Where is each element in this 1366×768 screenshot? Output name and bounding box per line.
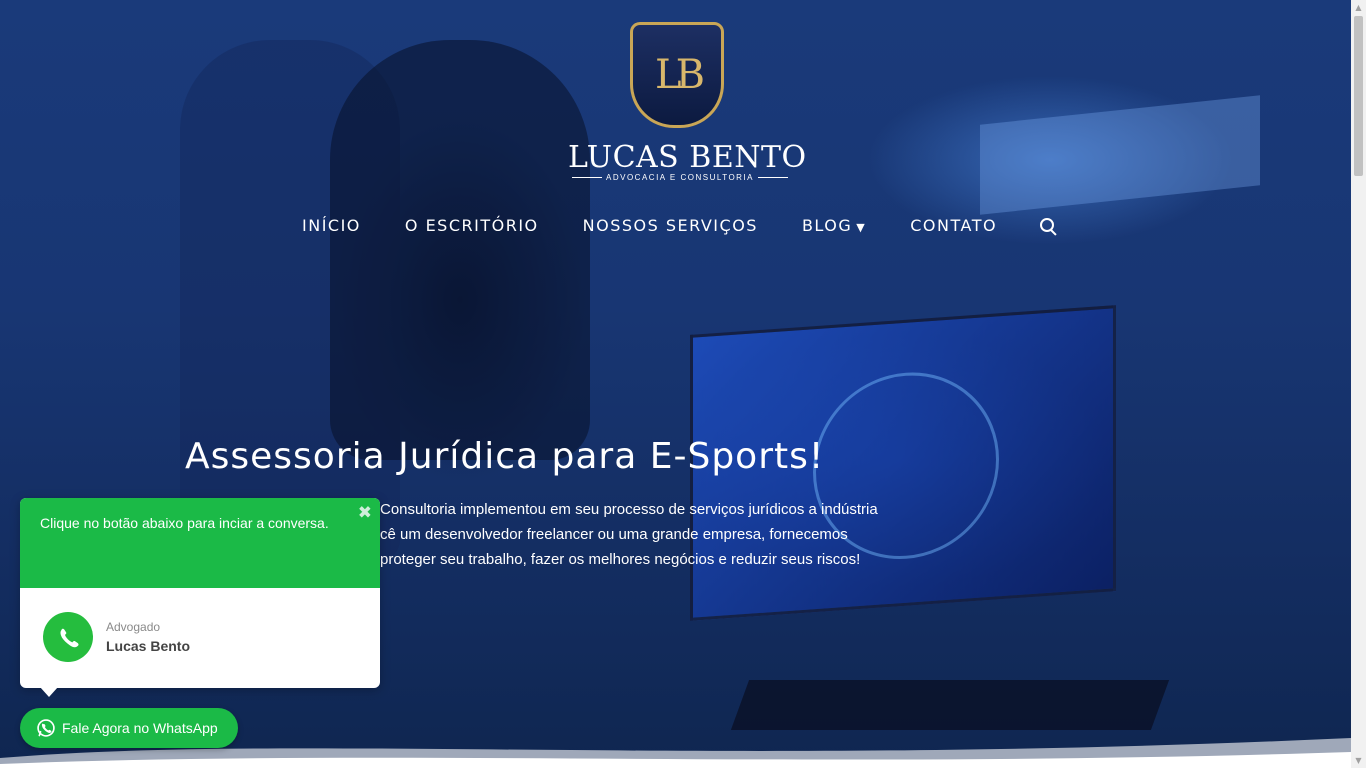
whatsapp-avatar-icon (43, 612, 93, 662)
nav-item-servicos[interactable]: NOSSOS SERVIÇOS (583, 216, 758, 235)
site-logo[interactable]: LB LUCAS BENTO ADVOCACIA E CONSULTORIA (568, 22, 807, 182)
background-screen (980, 95, 1260, 215)
nav-item-blog[interactable]: BLOG ▼ (802, 216, 866, 235)
whatsapp-popup: Clique no botão abaixo para inciar a con… (20, 498, 380, 697)
close-icon[interactable]: ✖ (358, 503, 372, 523)
page-scrollbar[interactable]: ▲ ▼ (1351, 0, 1366, 768)
logo-shield-icon: LB (630, 22, 724, 128)
chevron-down-icon: ▼ (856, 221, 867, 234)
whatsapp-chat-button[interactable]: Fale Agora no WhatsApp (20, 708, 238, 748)
whatsapp-icon (36, 718, 56, 738)
nav-item-inicio[interactable]: INÍCIO (302, 216, 361, 235)
logo-subtitle: ADVOCACIA E CONSULTORIA (568, 173, 786, 182)
nav-item-contato[interactable]: CONTATO (910, 216, 997, 235)
scroll-down-arrow-icon[interactable]: ▼ (1351, 753, 1366, 768)
nav-item-blog-label: BLOG (801, 216, 853, 235)
logo-monogram: LB (655, 52, 705, 98)
scroll-thumb[interactable] (1354, 16, 1363, 176)
logo-name: LUCAS BENTO (568, 140, 807, 175)
scroll-up-arrow-icon[interactable]: ▲ (1351, 0, 1366, 15)
popup-pointer (40, 687, 58, 697)
whatsapp-popup-header: Clique no botão abaixo para inciar a con… (20, 498, 380, 588)
whatsapp-contact-name: Lucas Bento (106, 638, 191, 654)
whatsapp-popup-message: Clique no botão abaixo para inciar a con… (40, 515, 329, 531)
background-player (330, 40, 590, 460)
nav-item-escritorio[interactable]: O ESCRITÓRIO (405, 216, 539, 235)
whatsapp-contact-role: Advogado (106, 620, 161, 634)
background-keyboard (730, 680, 1170, 730)
whatsapp-button-label: Fale Agora no WhatsApp (62, 720, 218, 736)
search-icon[interactable] (1040, 217, 1057, 236)
main-nav: INÍCIO O ESCRITÓRIO NOSSOS SERVIÇOS BLOG… (302, 216, 1057, 236)
hero-title: Assessoria Jurídica para E-Sports! (185, 436, 825, 477)
whatsapp-contact-card[interactable]: Advogado Lucas Bento (20, 588, 380, 688)
